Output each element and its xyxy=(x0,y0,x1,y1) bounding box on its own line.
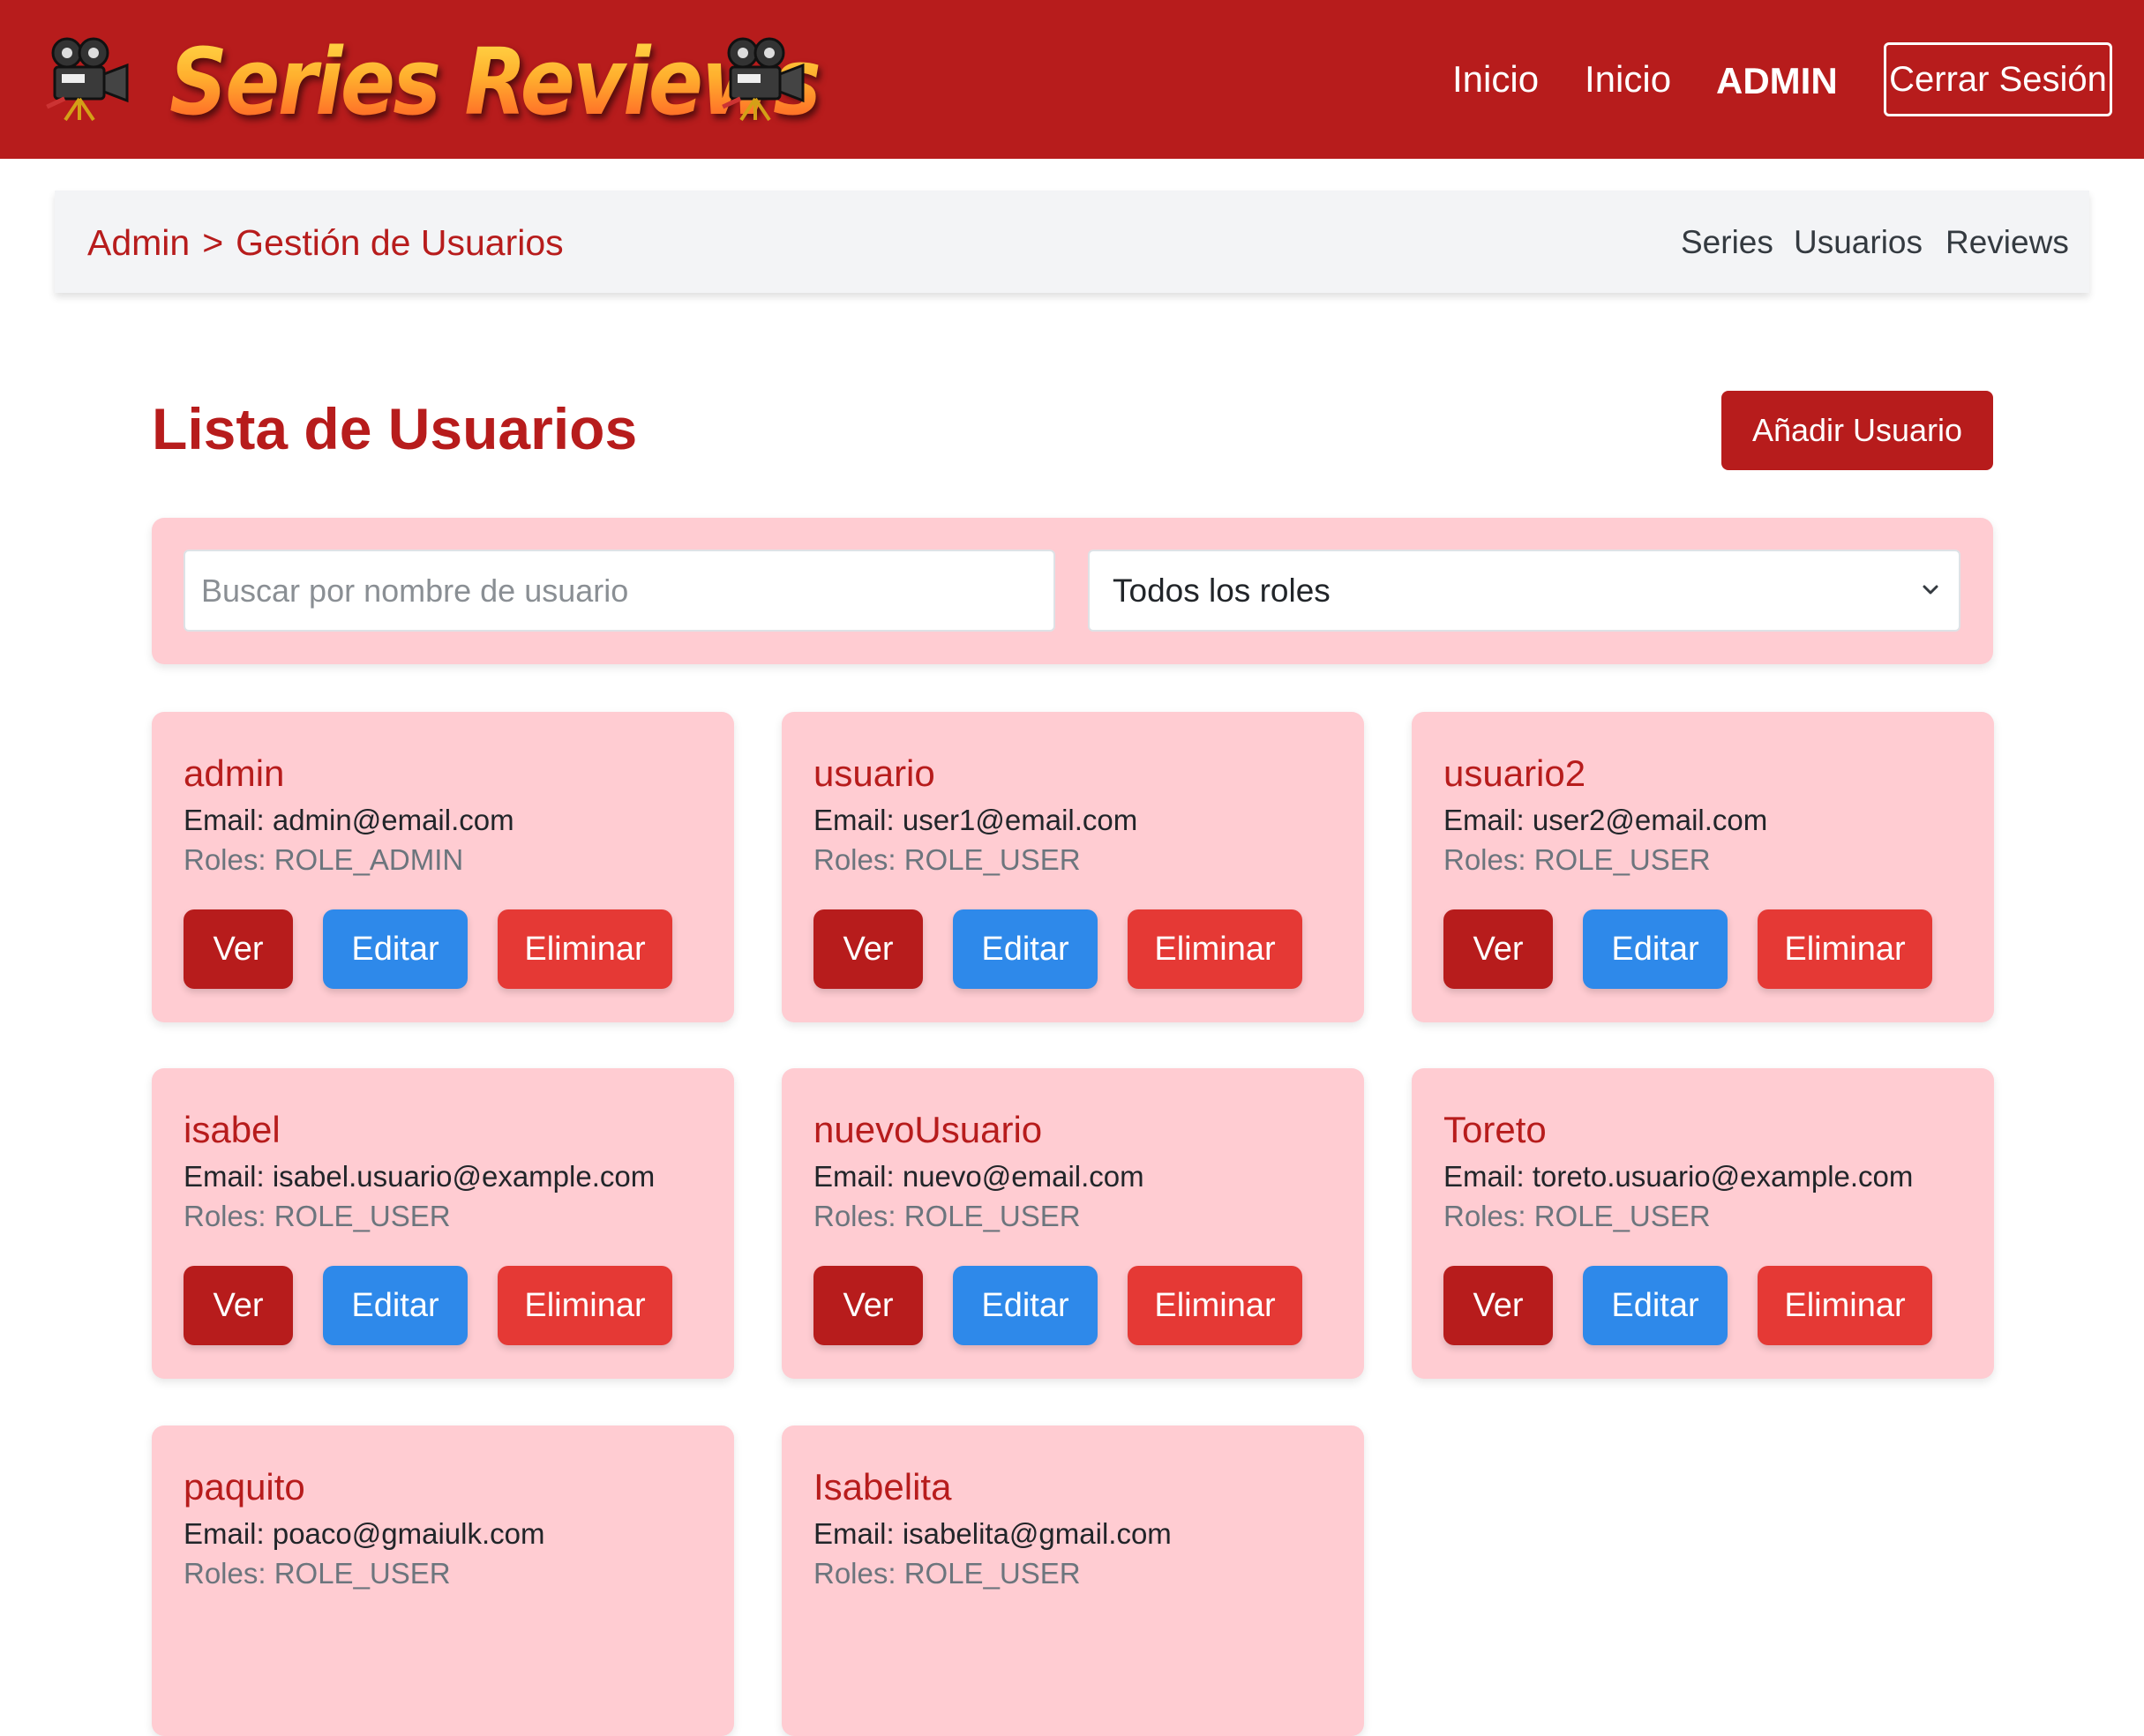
edit-user-button[interactable]: Editar xyxy=(1583,909,1728,989)
edit-user-button[interactable]: Editar xyxy=(953,1266,1098,1345)
user-name: admin xyxy=(184,752,285,794)
user-roles: Roles: ROLE_USER xyxy=(813,1200,1081,1232)
subnav-usuarios-link[interactable]: Usuarios xyxy=(1794,224,1923,261)
user-card: usuario Email: user1@email.com Roles: RO… xyxy=(782,712,1364,1022)
page-title: Lista de Usuarios xyxy=(152,396,638,461)
breadcrumb-current: Gestión de Usuarios xyxy=(236,222,564,263)
user-card: nuevoUsuario Email: nuevo@email.com Role… xyxy=(782,1068,1364,1379)
top-navbar: Series Reviews Inicio Inicio ADMIN Cerra… xyxy=(0,0,2144,159)
edit-user-button[interactable]: Editar xyxy=(1583,1266,1728,1345)
user-name: Toreto xyxy=(1443,1109,1547,1150)
user-card: Toreto Email: toreto.usuario@example.com… xyxy=(1412,1068,1994,1379)
user-email: Email: nuevo@email.com xyxy=(813,1160,1144,1193)
user-card: Isabelita Email: isabelita@gmail.com Rol… xyxy=(782,1425,1364,1736)
user-email: Email: toreto.usuario@example.com xyxy=(1443,1160,1914,1193)
user-email: Email: user1@email.com xyxy=(813,804,1138,836)
add-user-button[interactable]: Añadir Usuario xyxy=(1721,391,1993,470)
user-roles: Roles: ROLE_ADMIN xyxy=(184,843,464,876)
user-roles: Roles: ROLE_USER xyxy=(184,1200,451,1232)
delete-user-button[interactable]: Eliminar xyxy=(498,1266,672,1345)
role-filter-value: Todos los roles xyxy=(1113,572,1331,609)
user-email: Email: admin@email.com xyxy=(184,804,514,836)
view-user-button[interactable]: Ver xyxy=(1443,909,1553,989)
delete-user-button[interactable]: Eliminar xyxy=(1758,1266,1932,1345)
subnav-series-link[interactable]: Series xyxy=(1681,224,1773,261)
search-input[interactable] xyxy=(184,550,1055,632)
user-name: isabel xyxy=(184,1109,281,1150)
user-card: usuario2 Email: user2@email.com Roles: R… xyxy=(1412,712,1994,1022)
admin-subnav-bar: Admin > Gestión de Usuarios Series Usuario… xyxy=(55,191,2089,293)
filter-panel: Todos los roles xyxy=(152,518,1993,664)
user-email: Email: isabel.usuario@example.com xyxy=(184,1160,656,1193)
user-name: Isabelita xyxy=(813,1466,952,1508)
user-card: isabel Email: isabel.usuario@example.com… xyxy=(152,1068,734,1379)
view-user-button[interactable]: Ver xyxy=(1443,1266,1553,1345)
nav-link-admin[interactable]: ADMIN xyxy=(1716,60,1838,102)
logout-button[interactable]: Cerrar Sesión xyxy=(1884,42,2112,116)
delete-user-button[interactable]: Eliminar xyxy=(498,909,672,989)
chevron-down-icon xyxy=(1923,585,1938,595)
view-user-button[interactable]: Ver xyxy=(184,909,293,989)
movie-camera-icon xyxy=(46,37,129,122)
delete-user-button[interactable]: Eliminar xyxy=(1128,1266,1302,1345)
edit-user-button[interactable]: Editar xyxy=(323,1266,468,1345)
user-roles: Roles: ROLE_USER xyxy=(184,1557,451,1590)
user-email: Email: isabelita@gmail.com xyxy=(813,1517,1172,1550)
edit-user-button[interactable]: Editar xyxy=(323,909,468,989)
nav-link-inicio-2[interactable]: Inicio xyxy=(1585,58,1671,101)
user-email: Email: user2@email.com xyxy=(1443,804,1768,836)
user-name: usuario xyxy=(813,752,935,794)
role-filter-select[interactable]: Todos los roles xyxy=(1088,550,1960,632)
delete-user-button[interactable]: Eliminar xyxy=(1758,909,1932,989)
nav-link-inicio[interactable]: Inicio xyxy=(1452,58,1539,101)
edit-user-button[interactable]: Editar xyxy=(953,909,1098,989)
view-user-button[interactable]: Ver xyxy=(813,909,923,989)
user-name: nuevoUsuario xyxy=(813,1109,1043,1150)
user-roles: Roles: ROLE_USER xyxy=(1443,843,1711,876)
breadcrumb-admin-link[interactable]: Admin xyxy=(87,222,190,263)
subnav-reviews-link[interactable]: Reviews xyxy=(1945,224,2069,261)
breadcrumb-separator: > xyxy=(202,222,224,263)
movie-camera-icon xyxy=(722,37,805,122)
user-card: paquito Email: poaco@gmaiulk.com Roles: … xyxy=(152,1425,734,1736)
delete-user-button[interactable]: Eliminar xyxy=(1128,909,1302,989)
view-user-button[interactable]: Ver xyxy=(813,1266,923,1345)
user-name: usuario2 xyxy=(1443,752,1586,794)
breadcrumb: Admin > Gestión de Usuarios xyxy=(87,222,564,264)
user-email: Email: poaco@gmaiulk.com xyxy=(184,1517,545,1550)
user-roles: Roles: ROLE_USER xyxy=(813,1557,1081,1590)
user-roles: Roles: ROLE_USER xyxy=(1443,1200,1711,1232)
view-user-button[interactable]: Ver xyxy=(184,1266,293,1345)
user-name: paquito xyxy=(184,1466,305,1508)
user-roles: Roles: ROLE_USER xyxy=(813,843,1081,876)
user-card: admin Email: admin@email.com Roles: ROLE… xyxy=(152,712,734,1022)
